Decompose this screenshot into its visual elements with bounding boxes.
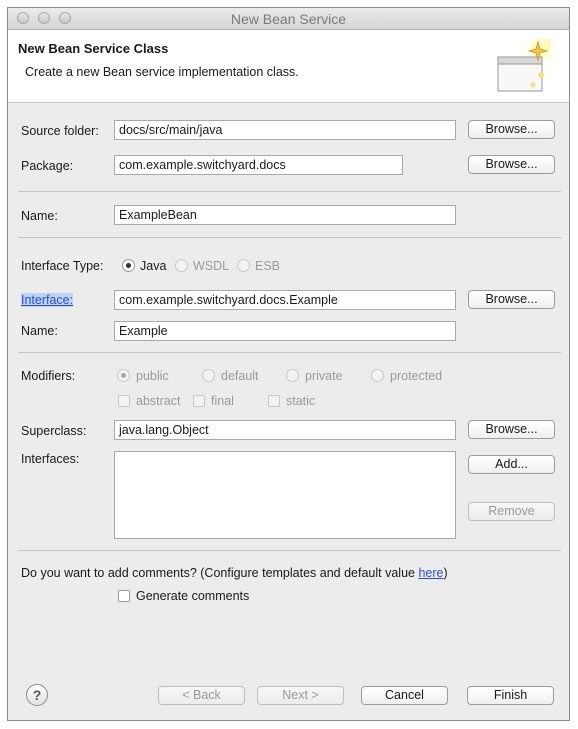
window-title: New Bean Service [230, 11, 347, 27]
generate-comments-label: Generate comments [136, 589, 250, 603]
dialog-window: New Bean Service New Bean Service Class … [7, 7, 570, 721]
modifiers-label: Modifiers: [21, 369, 76, 383]
static-checkbox-label: static [286, 394, 316, 408]
static-checkbox[interactable] [268, 395, 280, 407]
wizard-banner: New Bean Service Class Create a new Bean… [8, 30, 569, 103]
banner-description: Create a new Bean service implementation… [25, 65, 299, 79]
configure-templates-link[interactable]: here [418, 566, 443, 580]
package-browse-button[interactable]: Browse... [468, 155, 555, 174]
protected-radio-label: protected [390, 369, 443, 383]
next-button[interactable]: Next > [257, 686, 344, 705]
comments-question: Do you want to add comments? (Configure … [21, 566, 448, 580]
interface-name-label: Name: [21, 324, 58, 338]
package-label: Package: [21, 159, 74, 173]
final-checkbox[interactable] [193, 395, 205, 407]
superclass-field[interactable]: java.lang.Object [114, 420, 456, 440]
name-label: Name: [21, 209, 58, 223]
cancel-button[interactable]: Cancel [361, 686, 448, 705]
java-radio-label: Java [140, 259, 167, 273]
source-folder-field[interactable]: docs/src/main/java [114, 120, 456, 140]
comments-question-suffix: ) [443, 566, 448, 580]
default-radio[interactable] [202, 369, 215, 382]
separator [18, 237, 561, 238]
java-radio[interactable] [122, 259, 135, 272]
default-radio-label: default [221, 369, 259, 383]
interface-browse-button[interactable]: Browse... [468, 290, 555, 309]
comments-question-text: Do you want to add comments? (Configure … [21, 566, 419, 580]
finish-button[interactable]: Finish [467, 686, 554, 705]
interfaces-label: Interfaces: [21, 452, 80, 466]
public-radio-label: public [136, 369, 169, 383]
esb-radio-label: ESB [255, 259, 281, 273]
final-checkbox-label: final [211, 394, 234, 408]
interface-link[interactable]: Interface: [21, 293, 74, 307]
source-folder-browse-button[interactable]: Browse... [468, 120, 555, 139]
package-field[interactable]: com.example.switchyard.docs [114, 155, 403, 175]
superclass-label: Superclass: [21, 424, 87, 438]
source-folder-label: Source folder: [21, 124, 99, 138]
abstract-checkbox[interactable] [118, 395, 130, 407]
new-class-wizard-icon [497, 39, 551, 92]
back-button[interactable]: < Back [158, 686, 245, 705]
wsdl-radio[interactable] [175, 259, 188, 272]
protected-radio[interactable] [371, 369, 384, 382]
separator [18, 191, 561, 192]
add-interface-button[interactable]: Add... [468, 455, 555, 474]
interface-type-label: Interface Type: [21, 259, 104, 273]
private-radio[interactable] [286, 369, 299, 382]
help-button[interactable]: ? [26, 684, 48, 706]
abstract-checkbox-label: abstract [136, 394, 181, 408]
separator [18, 550, 561, 551]
public-radio[interactable] [117, 369, 130, 382]
title-bar: New Bean Service [8, 8, 569, 30]
interface-field[interactable]: com.example.switchyard.docs.Example [114, 290, 456, 310]
wsdl-radio-label: WSDL [193, 259, 230, 273]
esb-radio[interactable] [237, 259, 250, 272]
banner-title: New Bean Service Class [18, 41, 169, 56]
remove-interface-button[interactable]: Remove [468, 502, 555, 521]
separator [18, 352, 561, 353]
interfaces-list[interactable] [114, 451, 456, 539]
private-radio-label: private [305, 369, 343, 383]
generate-comments-checkbox[interactable] [118, 590, 130, 602]
interface-name-field[interactable]: Example [114, 321, 456, 341]
class-name-field[interactable]: ExampleBean [114, 205, 456, 225]
superclass-browse-button[interactable]: Browse... [468, 420, 555, 439]
